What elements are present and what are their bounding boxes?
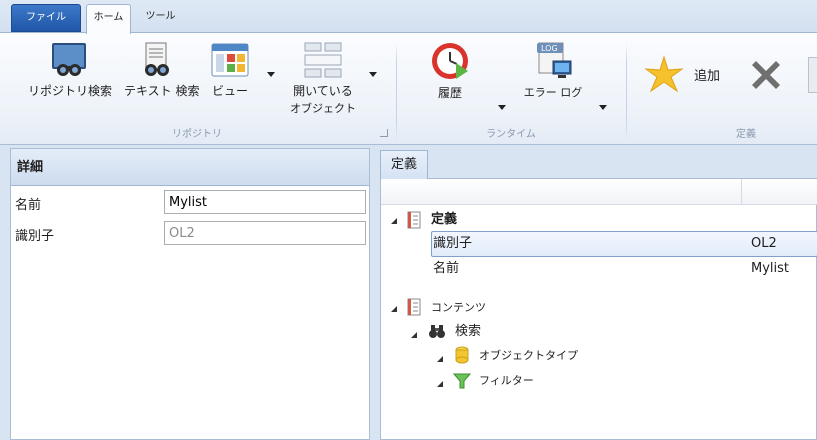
view-dropdown-arrow-icon[interactable] xyxy=(267,72,275,77)
error-log-dropdown-arrow-icon[interactable] xyxy=(599,105,607,110)
tree-property-name-label[interactable]: 名前 xyxy=(433,257,459,281)
filter-funnel-icon xyxy=(452,372,472,394)
tab-definition[interactable]: 定義 xyxy=(380,150,428,179)
group-label-definition: 定義 xyxy=(736,129,756,140)
definition-pane: 定義 定義 識別子 OL2 名前 Mylist コンテンツ 検索 オブジェクトタ… xyxy=(378,148,817,440)
tree-node-search[interactable]: 検索 xyxy=(455,320,481,344)
open-objects-icon xyxy=(287,41,359,82)
binoculars-icon xyxy=(428,323,446,343)
collapse-arrow-icon[interactable] xyxy=(411,332,417,338)
history-dropdown-arrow-icon[interactable] xyxy=(498,105,506,110)
view-icon xyxy=(206,41,254,82)
view-label: ビュー xyxy=(211,84,248,98)
open-objects-label-line1: 開いている xyxy=(293,84,353,98)
tab-file[interactable]: ファイル xyxy=(11,4,81,32)
svg-text:LOG: LOG xyxy=(541,44,558,53)
open-objects-dropdown-arrow-icon[interactable] xyxy=(369,72,377,77)
tree-property-identifier-value[interactable]: OL2 xyxy=(751,232,777,256)
delete-button[interactable] xyxy=(746,55,786,95)
folder-db-icon xyxy=(455,346,469,368)
name-field[interactable] xyxy=(164,190,366,214)
property-row-name: 名前 xyxy=(11,189,369,215)
open-objects-button[interactable]: 開いている オブジェクト xyxy=(287,41,359,118)
name-label: 名前 xyxy=(15,198,42,213)
group-label-runtime: ランタイム xyxy=(486,129,536,140)
repository-search-icon xyxy=(28,41,110,82)
tab-home[interactable]: ホーム xyxy=(86,4,131,34)
collapse-arrow-icon[interactable] xyxy=(391,218,397,224)
document-icon xyxy=(407,298,421,320)
collapse-arrow-icon[interactable] xyxy=(391,306,397,312)
text-search-label: テキスト 検索 xyxy=(124,84,200,98)
history-button[interactable]: 履歴 xyxy=(424,41,476,102)
view-button[interactable]: ビュー xyxy=(206,41,254,100)
error-log-button[interactable]: LOG エラー ログ xyxy=(522,41,584,102)
tree-node-object-type[interactable]: オブジェクトタイプ xyxy=(479,344,578,368)
add-star-icon xyxy=(644,55,684,98)
error-log-icon: LOG xyxy=(522,41,584,84)
binoculars-icon xyxy=(124,41,188,82)
tree-node-contents[interactable]: コンテンツ xyxy=(431,296,486,320)
collapse-arrow-icon[interactable] xyxy=(437,381,443,387)
details-header: 詳細 xyxy=(11,149,369,186)
tree-property-name-value[interactable]: Mylist xyxy=(751,257,789,281)
collapse-arrow-icon[interactable] xyxy=(437,356,443,362)
tree-property-identifier-label[interactable]: 識別子 xyxy=(433,232,472,256)
identifier-label: 識別子 xyxy=(15,229,55,244)
open-objects-label-line2: オブジェクト xyxy=(290,102,356,115)
column-separator[interactable] xyxy=(741,179,742,205)
history-clock-icon xyxy=(424,41,476,84)
ribbon-tab-strip: ファイル ホーム ツール xyxy=(0,0,817,34)
group-label-repository: リポジトリ xyxy=(172,129,222,140)
identifier-field[interactable] xyxy=(164,221,366,245)
repository-search-button[interactable]: リポジトリ検索 xyxy=(28,41,113,100)
error-log-label: エラー ログ xyxy=(523,86,583,99)
tree-node-definition[interactable]: 定義 xyxy=(431,208,457,232)
tab-tools[interactable]: ツール xyxy=(138,4,183,32)
details-pane: 詳細 名前 識別子 xyxy=(10,148,370,440)
more-button[interactable] xyxy=(808,57,817,93)
repository-dialog-launcher-icon[interactable] xyxy=(380,129,388,137)
delete-icon xyxy=(746,61,786,98)
add-button[interactable]: 追加 xyxy=(644,55,728,95)
tree-node-filter[interactable]: フィルター xyxy=(479,369,534,393)
property-row-identifier: 識別子 xyxy=(11,220,369,246)
repository-search-label: リポジトリ検索 xyxy=(28,84,113,98)
add-label: 追加 xyxy=(694,69,721,84)
definition-tree-view: 定義 識別子 OL2 名前 Mylist コンテンツ 検索 オブジェクトタイプ … xyxy=(380,178,817,440)
ribbon: リポジトリ検索 テキスト 検索 ビュー 開いている オブジェクト リポジトリ 履… xyxy=(0,32,817,145)
history-label: 履歴 xyxy=(437,86,462,100)
grid-header xyxy=(381,179,817,205)
text-search-button[interactable]: テキスト 検索 xyxy=(124,41,200,100)
document-icon xyxy=(407,211,421,233)
